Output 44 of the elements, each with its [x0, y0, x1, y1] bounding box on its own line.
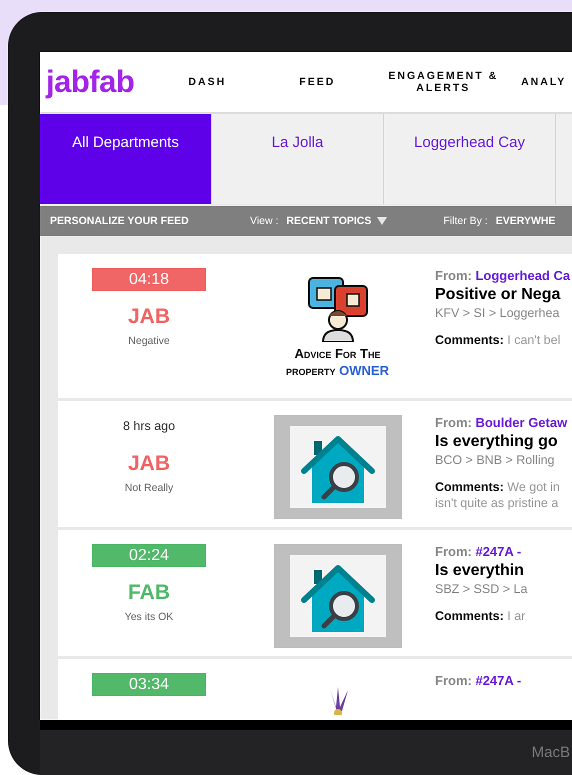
caret-icon	[377, 217, 388, 225]
view-label: View :	[250, 215, 278, 227]
breadcrumb-path: BCO > BNB > Rolling	[435, 452, 556, 467]
timer-badge: 03:34	[92, 672, 206, 696]
nav-link[interactable]: FEED	[246, 76, 388, 88]
source-line: From: #247A -	[435, 672, 522, 688]
graphic-caption: property OWNER	[286, 362, 389, 380]
source-line: From: Loggerhead Ca	[435, 268, 572, 283]
post-title[interactable]: Is everythin	[435, 562, 572, 580]
verdict-label: FAB	[128, 580, 170, 605]
source-link[interactable]: Loggerhead Ca	[475, 268, 570, 283]
comment-text: Comments: I ar	[435, 608, 526, 624]
source-link[interactable]: #247A -	[475, 672, 522, 688]
source-line: From: #247A -	[435, 544, 522, 559]
comment-text: Comments: I can't bel	[435, 332, 562, 348]
timer-badge: 02:24	[92, 544, 206, 567]
filter-label: Filter By :	[443, 215, 488, 227]
comment-text: Comments: We got in isn't quite as pristine a	[435, 478, 561, 512]
breadcrumb-path: SBZ > SSD > La	[435, 582, 528, 596]
device-label: MacB	[532, 744, 571, 761]
sentiment-label: Yes its OK	[124, 610, 174, 623]
source-line: From: Boulder Getaw	[435, 414, 568, 430]
view-dropdown[interactable]: RECENT TOPICS	[286, 215, 388, 227]
source-link[interactable]: #247A -	[475, 544, 522, 559]
filter-bar-title: PERSONALIZE YOUR FEED	[50, 215, 190, 227]
verdict-label: JAB	[128, 305, 170, 329]
sentiment-label: Not Really	[124, 482, 174, 494]
department-tab[interactable]: La Jolla	[212, 114, 384, 204]
nav-link[interactable]: ENGAGEMENT & ALERTS	[388, 70, 498, 94]
nav-link[interactable]: DASH	[168, 76, 246, 88]
nav-link[interactable]: ANALY	[498, 76, 566, 88]
department-tab[interactable]: All Departments	[40, 114, 212, 204]
timer-badge: 04:18	[92, 268, 206, 291]
post-title[interactable]: Positive or Nega	[435, 286, 572, 304]
sentiment-label: Negative	[128, 335, 170, 347]
filter-dropdown[interactable]: EVERYWHE	[496, 215, 556, 227]
breadcrumb-path: KFV > SI > Loggerhea	[435, 306, 560, 320]
time-ago: 8 hrs ago	[122, 418, 176, 435]
verdict-label: JAB	[128, 452, 170, 476]
graphic-caption: Advice For The	[293, 346, 382, 363]
source-link[interactable]: Boulder Getaw	[475, 414, 568, 430]
post-title[interactable]: Is everything go	[435, 432, 572, 451]
department-tab[interactable]: Loggerhead Cay	[384, 114, 556, 204]
logo[interactable]: jabfab	[46, 64, 134, 100]
